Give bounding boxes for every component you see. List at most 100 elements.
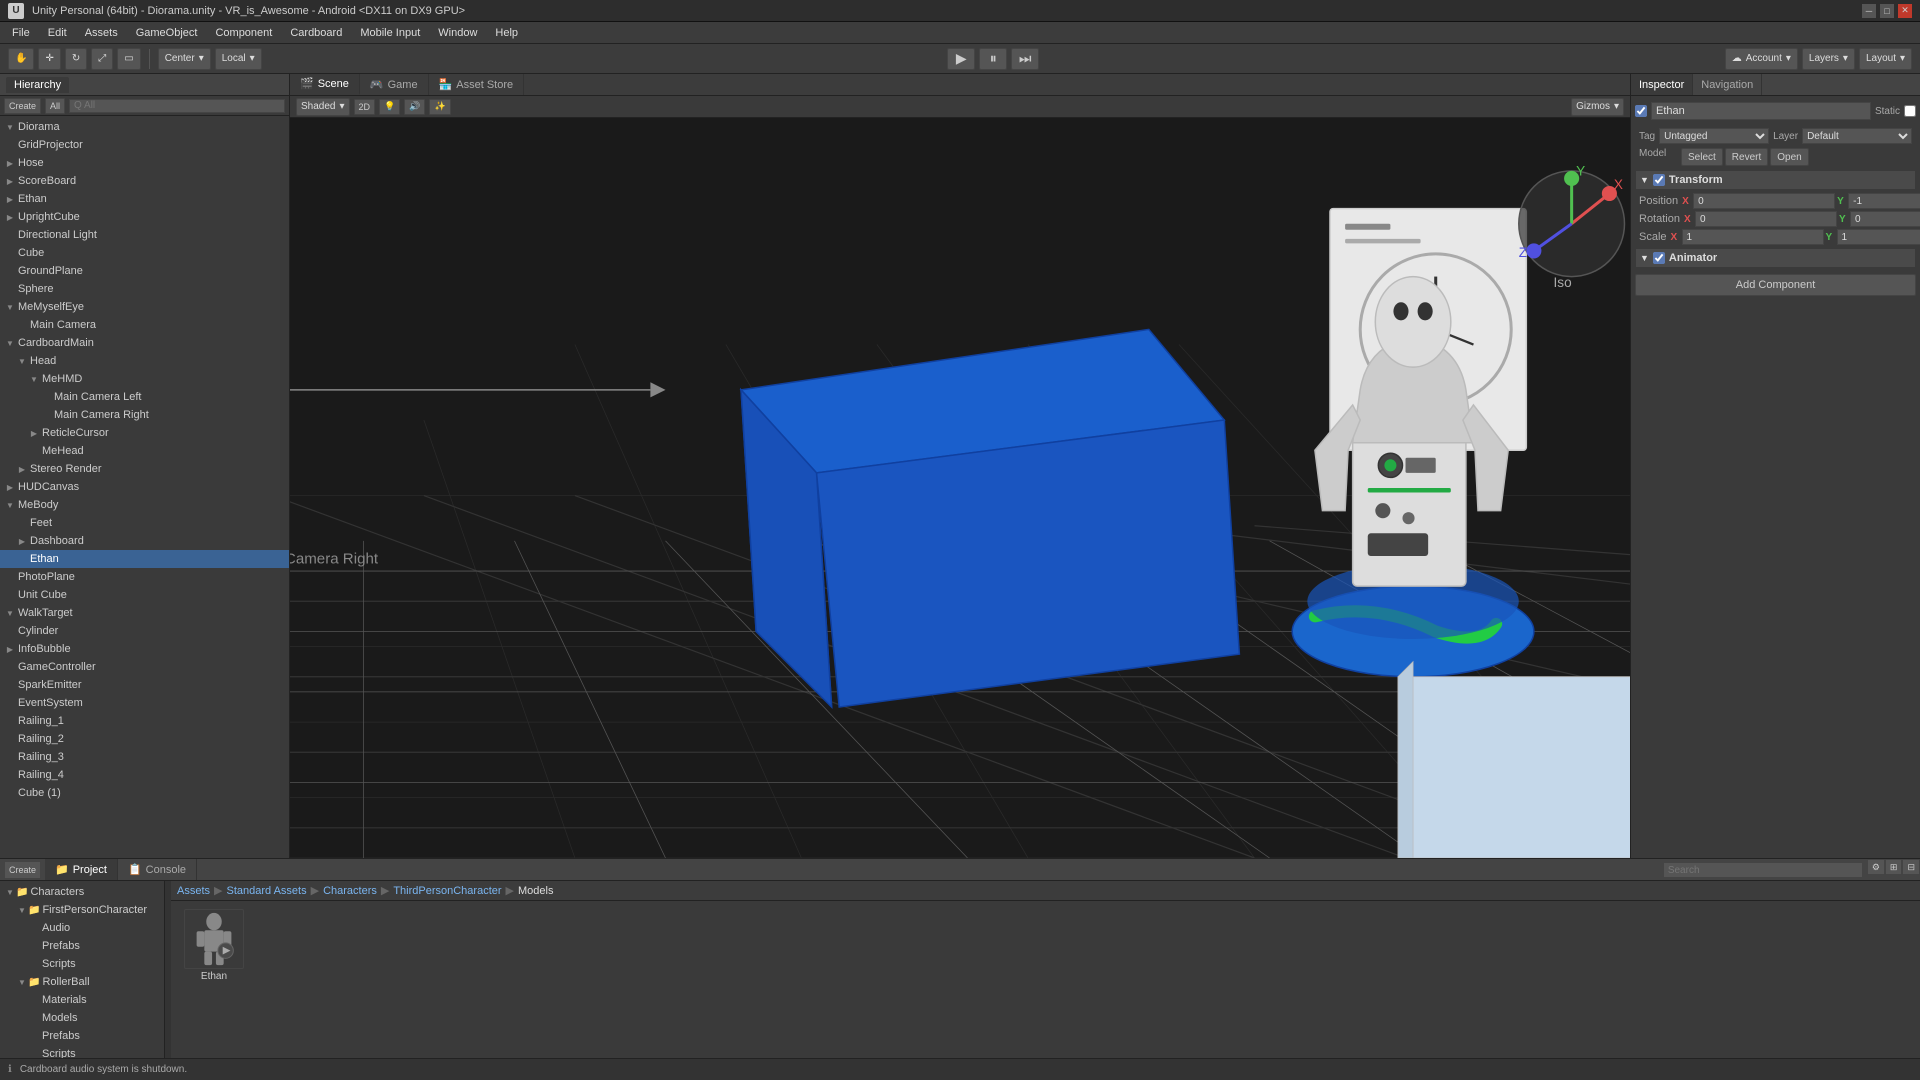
maximize-button[interactable]: □: [1880, 4, 1894, 18]
hierarchy-item-2[interactable]: ▶Hose: [0, 154, 289, 172]
hierarchy-item-14[interactable]: ▼MeHMD: [0, 370, 289, 388]
bottom-collapse-button[interactable]: ⊟: [1902, 859, 1920, 875]
project-tree-item-2[interactable]: Audio: [0, 919, 164, 937]
breadcrumb-assets[interactable]: Assets: [177, 885, 210, 897]
hierarchy-item-33[interactable]: Railing_1: [0, 712, 289, 730]
hierarchy-item-13[interactable]: ▼Head: [0, 352, 289, 370]
hierarchy-item-1[interactable]: GridProjector: [0, 136, 289, 154]
add-component-button[interactable]: Add Component: [1635, 274, 1916, 296]
tab-console[interactable]: 📋 Console: [118, 859, 197, 880]
scene-canvas[interactable]: X Y Z Iso Camera Right: [290, 118, 1630, 858]
layout-dropdown[interactable]: Layout ▾: [1859, 48, 1912, 70]
pos-x-input[interactable]: [1693, 193, 1835, 209]
hierarchy-tab[interactable]: Hierarchy: [6, 77, 69, 93]
hierarchy-item-30[interactable]: GameController: [0, 658, 289, 676]
hierarchy-item-29[interactable]: ▶InfoBubble: [0, 640, 289, 658]
minimize-button[interactable]: ─: [1862, 4, 1876, 18]
bottom-settings-button[interactable]: ⚙: [1867, 859, 1885, 875]
step-button[interactable]: ⏭: [1011, 48, 1039, 70]
move-tool-button[interactable]: ✛: [38, 48, 60, 70]
menu-assets[interactable]: Assets: [77, 25, 126, 41]
object-enabled-checkbox[interactable]: [1635, 105, 1647, 117]
bottom-expand-button[interactable]: ⊞: [1885, 859, 1903, 875]
project-search-input[interactable]: [1663, 862, 1863, 878]
project-tree-item-8[interactable]: Prefabs: [0, 1027, 164, 1045]
project-tree-item-4[interactable]: Scripts: [0, 955, 164, 973]
layer-select[interactable]: Default: [1802, 128, 1912, 144]
breadcrumb-characters[interactable]: Characters: [323, 885, 377, 897]
menu-file[interactable]: File: [4, 25, 38, 41]
hierarchy-item-25[interactable]: PhotoPlane: [0, 568, 289, 586]
hierarchy-search-input[interactable]: [69, 99, 285, 113]
hierarchy-item-19[interactable]: ▶Stereo Render: [0, 460, 289, 478]
object-name-input[interactable]: [1651, 102, 1871, 120]
hierarchy-item-5[interactable]: ▶UprightCube: [0, 208, 289, 226]
hierarchy-item-6[interactable]: Directional Light: [0, 226, 289, 244]
static-checkbox[interactable]: [1904, 105, 1916, 117]
scale-x-input[interactable]: [1682, 229, 1824, 245]
shaded-dropdown[interactable]: Shaded ▾: [296, 98, 350, 116]
breadcrumb-thirdperson[interactable]: ThirdPersonCharacter: [393, 885, 501, 897]
account-dropdown[interactable]: ☁ Account ▾: [1725, 48, 1798, 70]
project-tree-item-1[interactable]: ▼📁FirstPersonCharacter: [0, 901, 164, 919]
scene-fx-button[interactable]: ✨: [429, 99, 450, 115]
rot-x-input[interactable]: [1695, 211, 1837, 227]
close-button[interactable]: ✕: [1898, 4, 1912, 18]
revert-button[interactable]: Revert: [1725, 148, 1768, 166]
hierarchy-create-button[interactable]: Create: [4, 98, 41, 114]
center-dropdown[interactable]: Center ▾: [158, 48, 211, 70]
project-tree-item-0[interactable]: ▼📁Characters: [0, 883, 164, 901]
bottom-create-button[interactable]: Create: [4, 861, 41, 879]
hierarchy-item-3[interactable]: ▶ScoreBoard: [0, 172, 289, 190]
hierarchy-item-7[interactable]: Cube: [0, 244, 289, 262]
hierarchy-item-27[interactable]: ▼WalkTarget: [0, 604, 289, 622]
tab-assetstore[interactable]: 🏪 Asset Store: [429, 74, 525, 95]
rotate-tool-button[interactable]: ↻: [65, 48, 87, 70]
hierarchy-item-4[interactable]: ▶Ethan: [0, 190, 289, 208]
rot-y-input[interactable]: [1850, 211, 1920, 227]
scale-tool-button[interactable]: ⤢: [91, 48, 113, 70]
tag-select[interactable]: Untagged: [1659, 128, 1769, 144]
hierarchy-item-32[interactable]: EventSystem: [0, 694, 289, 712]
tab-game[interactable]: 🎮 Game: [360, 74, 429, 95]
hierarchy-item-31[interactable]: SparkEmitter: [0, 676, 289, 694]
tab-navigation[interactable]: Navigation: [1693, 74, 1762, 95]
hierarchy-all-button[interactable]: All: [45, 98, 65, 114]
hand-tool-button[interactable]: ✋: [8, 48, 34, 70]
hierarchy-item-12[interactable]: ▼CardboardMain: [0, 334, 289, 352]
hierarchy-item-16[interactable]: Main Camera Right: [0, 406, 289, 424]
rect-tool-button[interactable]: ▭: [117, 48, 140, 70]
hierarchy-item-17[interactable]: ▶ReticleCursor: [0, 424, 289, 442]
breadcrumb-models[interactable]: Models: [518, 885, 553, 897]
pos-y-input[interactable]: [1848, 193, 1920, 209]
open-button[interactable]: Open: [1770, 148, 1808, 166]
project-tree-item-6[interactable]: Materials: [0, 991, 164, 1009]
gizmos-dropdown[interactable]: Gizmos ▾: [1571, 98, 1624, 116]
menu-mobileinput[interactable]: Mobile Input: [352, 25, 428, 41]
hierarchy-item-34[interactable]: Railing_2: [0, 730, 289, 748]
hierarchy-item-23[interactable]: ▶Dashboard: [0, 532, 289, 550]
menu-edit[interactable]: Edit: [40, 25, 75, 41]
tab-inspector[interactable]: Inspector: [1631, 74, 1693, 95]
hierarchy-item-10[interactable]: ▼MeMyselfEye: [0, 298, 289, 316]
hierarchy-item-24[interactable]: Ethan: [0, 550, 289, 568]
transform-enabled-checkbox[interactable]: [1653, 174, 1665, 186]
hierarchy-item-22[interactable]: Feet: [0, 514, 289, 532]
tab-scene[interactable]: 🎬 Scene: [290, 74, 360, 95]
layers-dropdown[interactable]: Layers ▾: [1802, 48, 1855, 70]
hierarchy-item-26[interactable]: Unit Cube: [0, 586, 289, 604]
breadcrumb-standardassets[interactable]: Standard Assets: [226, 885, 306, 897]
hierarchy-item-8[interactable]: GroundPlane: [0, 262, 289, 280]
asset-item-ethan[interactable]: Ethan: [179, 909, 249, 982]
project-tree-item-3[interactable]: Prefabs: [0, 937, 164, 955]
hierarchy-item-9[interactable]: Sphere: [0, 280, 289, 298]
select-button[interactable]: Select: [1681, 148, 1723, 166]
hierarchy-item-11[interactable]: Main Camera: [0, 316, 289, 334]
project-tree-item-5[interactable]: ▼📁RollerBall: [0, 973, 164, 991]
hierarchy-item-18[interactable]: MeHead: [0, 442, 289, 460]
play-button[interactable]: ▶: [947, 48, 975, 70]
scene-2d-button[interactable]: 2D: [354, 99, 376, 115]
scale-y-input[interactable]: [1837, 229, 1920, 245]
transform-section-header[interactable]: ▼ Transform: [1635, 170, 1916, 190]
hierarchy-item-21[interactable]: ▼MeBody: [0, 496, 289, 514]
